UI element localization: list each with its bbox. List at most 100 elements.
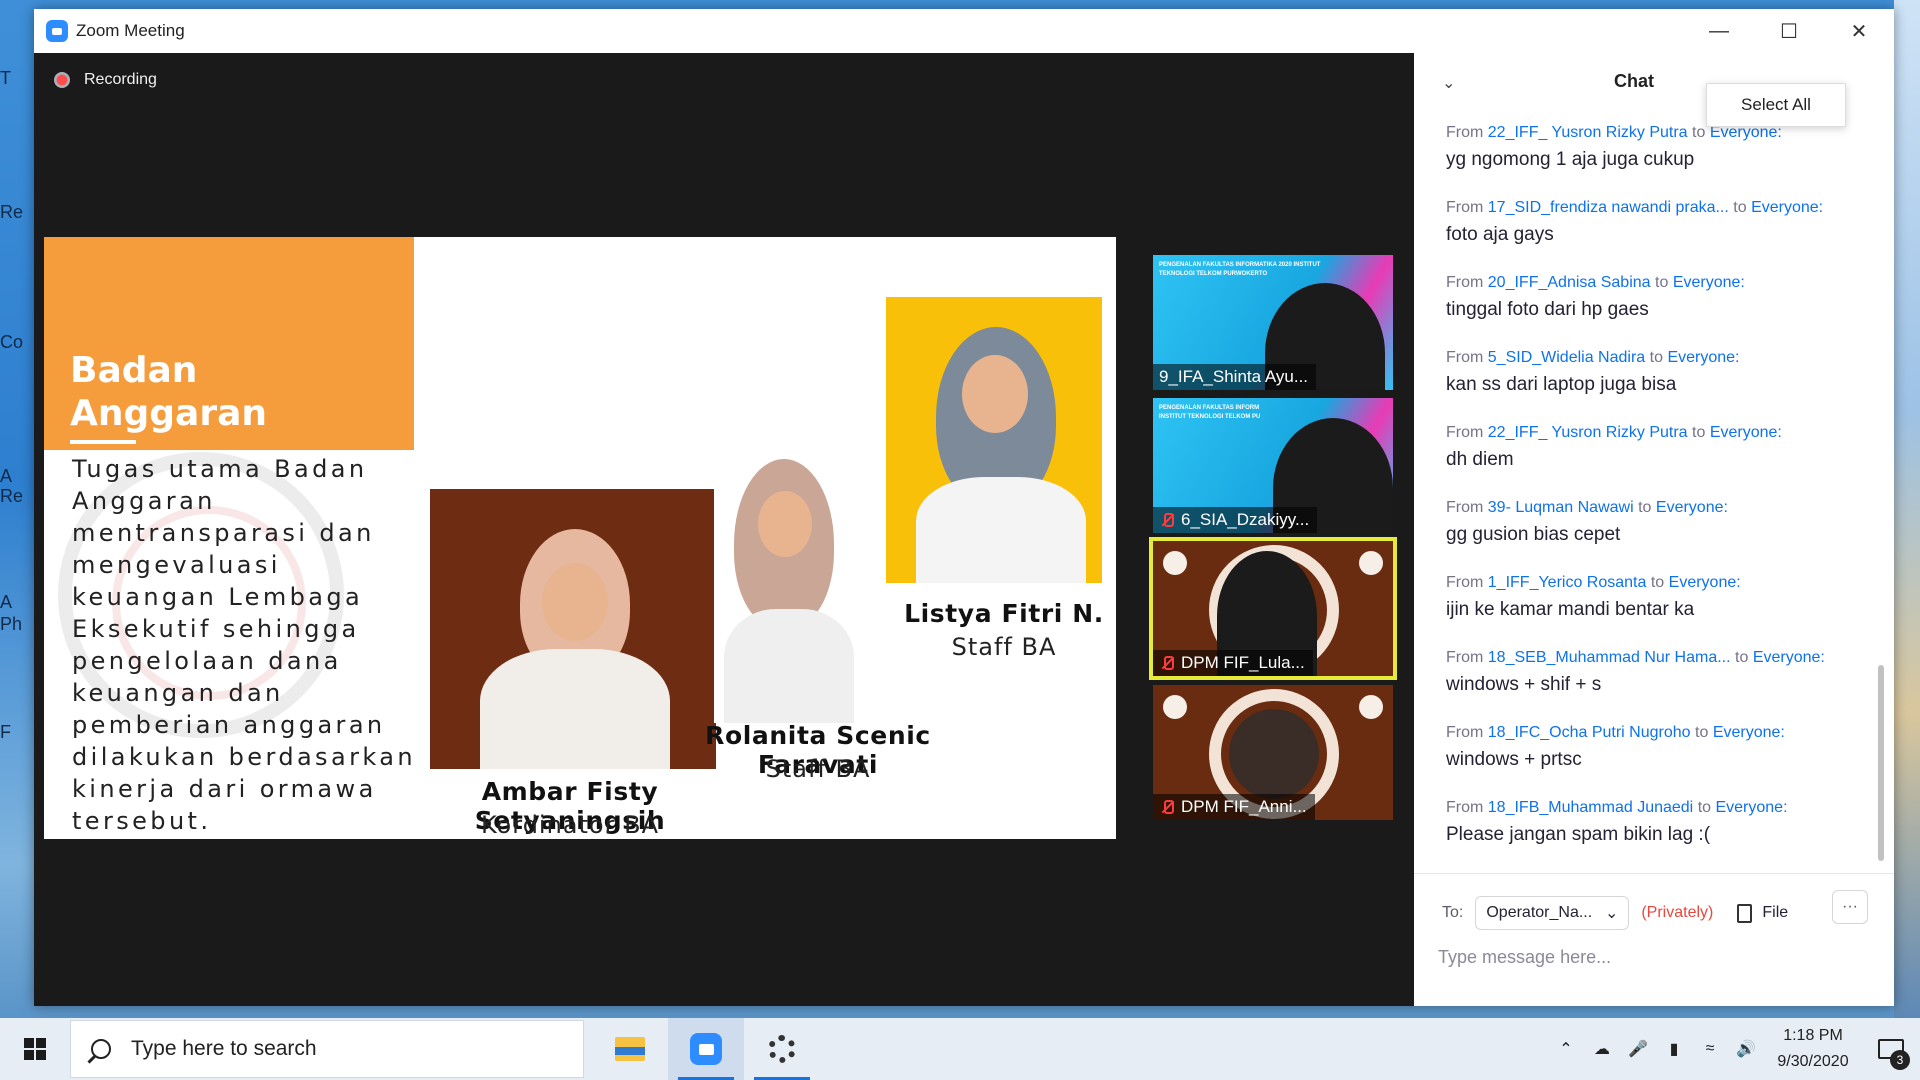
desktop-icon-label[interactable]: Co xyxy=(0,332,34,353)
desktop-icon-label[interactable]: A xyxy=(0,592,34,613)
chat-sender[interactable]: 22_IFF_ Yusron Rizky Putra xyxy=(1488,424,1688,441)
title-bar[interactable]: Zoom Meeting — ☐ ✕ xyxy=(34,9,1894,53)
search-placeholder: Type here to search xyxy=(131,1037,317,1060)
slide-title: Badan Anggaran xyxy=(70,350,267,434)
microphone-icon[interactable]: 🎤 xyxy=(1620,1018,1656,1080)
participant-name-tag: 6_SIA_Dzakiyy... xyxy=(1153,507,1318,533)
more-options-button[interactable]: ··· xyxy=(1832,890,1868,924)
chat-message-meta: From 18_IFB_Muhammad Junaedi to Everyone… xyxy=(1446,798,1866,818)
chat-sender[interactable]: 22_IFF_ Yusron Rizky Putra xyxy=(1488,124,1688,141)
search-icon xyxy=(91,1039,111,1059)
participant-video[interactable]: PENGENALAN FAKULTAS INFORM INSTITUT TEKN… xyxy=(1153,398,1393,533)
chat-message-text: dh diem xyxy=(1446,449,1514,470)
chat-sender[interactable]: 1_IFF_Yerico Rosanta xyxy=(1488,574,1647,591)
file-icon xyxy=(1737,903,1753,923)
chat-scrollbar-thumb[interactable] xyxy=(1878,665,1884,861)
from-word: From xyxy=(1446,574,1484,591)
participant-name: DPM FIF_Anni... xyxy=(1181,797,1307,816)
battery-icon[interactable]: ▮ xyxy=(1656,1018,1692,1080)
desktop-icon-label[interactable]: Ph xyxy=(0,614,34,635)
speaker-icon[interactable]: 🔊 xyxy=(1728,1018,1764,1080)
desktop-icon-label[interactable]: Re xyxy=(0,202,34,223)
chevron-down-icon[interactable]: ⌄ xyxy=(1442,73,1455,93)
chat-title: Chat xyxy=(1614,71,1654,91)
chat-message-meta: From 18_SEB_Muhammad Nur Hama... to Ever… xyxy=(1446,648,1866,668)
desktop-icon-label[interactable]: A xyxy=(0,466,34,487)
chat-sender[interactable]: 18_IFC_Ocha Putri Nugroho xyxy=(1488,724,1691,741)
zoom-icon xyxy=(690,1033,722,1065)
chat-message[interactable]: From 20_IFF_Adnisa Sabina to Everyone: ti… xyxy=(1446,273,1866,348)
settings-taskbar-button[interactable] xyxy=(744,1018,820,1080)
chevron-down-icon: ⌄ xyxy=(1604,905,1619,922)
participant-video-active-speaker[interactable]: DPM FIF_Lula... xyxy=(1149,537,1397,680)
chat-recipient: Everyone: xyxy=(1668,574,1741,591)
file-explorer-taskbar-button[interactable] xyxy=(592,1018,668,1080)
cloud-icon[interactable]: ☁ xyxy=(1584,1018,1620,1080)
action-center-button[interactable]: 3 xyxy=(1862,1018,1920,1080)
clock[interactable]: 1:18 PM 9/30/2020 xyxy=(1764,1023,1862,1075)
member-role: Staff BA xyxy=(951,633,1057,661)
to-label: To: xyxy=(1442,904,1464,921)
chat-sender[interactable]: 18_IFB_Muhammad Junaedi xyxy=(1488,799,1693,816)
wifi-icon[interactable]: ≈ xyxy=(1692,1018,1728,1080)
zoom-app-icon xyxy=(46,20,68,42)
clock-time: 1:18 PM xyxy=(1783,1027,1843,1044)
from-word: From xyxy=(1446,799,1484,816)
slide-body-text: Tugas utama Badan Anggaran mentransparas… xyxy=(72,455,416,835)
chat-composer: To: Operator_Na... ⌄ (Privately) File ··… xyxy=(1414,873,1894,1006)
chat-message-meta: From 39- Luqman Nawawi to Everyone: xyxy=(1446,498,1866,518)
chat-sender[interactable]: 17_SID_frendiza nawandi praka... xyxy=(1488,199,1729,216)
taskbar-search[interactable]: Type here to search xyxy=(70,1020,584,1078)
member-role: Staff BA xyxy=(765,755,871,783)
chat-message[interactable]: From 18_IFB_Muhammad Junaedi to Everyone… xyxy=(1446,798,1866,873)
chat-sender[interactable]: 18_SEB_Muhammad Nur Hama... xyxy=(1488,649,1731,666)
recipient-dropdown[interactable]: Operator_Na... ⌄ xyxy=(1475,896,1630,930)
mic-muted-icon xyxy=(1159,799,1175,815)
chat-message[interactable]: From 1_IFF_Yerico Rosanta to Everyone: ij… xyxy=(1446,573,1866,648)
to-word: to xyxy=(1733,199,1747,216)
chat-message[interactable]: From 18_IFC_Ocha Putri Nugroho to Everyo… xyxy=(1446,723,1866,798)
chat-message-meta: From 20_IFF_Adnisa Sabina to Everyone: xyxy=(1446,273,1866,293)
to-word: to xyxy=(1655,274,1669,291)
select-all-menu-item[interactable]: Select All xyxy=(1706,83,1846,127)
chat-message-text: tinggal foto dari hp gaes xyxy=(1446,299,1649,320)
chevron-up-icon[interactable]: ⌃ xyxy=(1548,1018,1584,1080)
from-word: From xyxy=(1446,649,1484,666)
chat-message[interactable]: From 39- Luqman Nawawi to Everyone: gg gu… xyxy=(1446,498,1866,573)
chat-message[interactable]: From 17_SID_frendiza nawandi praka... to… xyxy=(1446,198,1866,273)
participant-name: 6_SIA_Dzakiyy... xyxy=(1181,510,1310,529)
chat-message[interactable]: From 18_SEB_Muhammad Nur Hama... to Ever… xyxy=(1446,648,1866,723)
windows-logo-icon xyxy=(24,1038,46,1060)
chat-message-text: yg ngomong 1 aja juga cukup xyxy=(1446,149,1695,170)
maximize-button[interactable]: ☐ xyxy=(1754,9,1824,53)
close-button[interactable]: ✕ xyxy=(1824,9,1894,53)
desktop-icon-label[interactable]: Re xyxy=(0,486,34,507)
start-button[interactable] xyxy=(0,1018,70,1080)
chat-recipient: Everyone: xyxy=(1672,274,1745,291)
chat-recipient: Everyone: xyxy=(1752,649,1825,666)
chat-sender[interactable]: 5_SID_Widelia Nadira xyxy=(1488,349,1645,366)
desktop-right-strip xyxy=(1894,0,1920,1018)
recording-indicator[interactable]: Recording xyxy=(54,71,157,89)
zoom-taskbar-button[interactable] xyxy=(668,1018,744,1080)
chat-sender[interactable]: 39- Luqman Nawawi xyxy=(1488,499,1634,516)
minimize-button[interactable]: — xyxy=(1684,9,1754,53)
participant-video[interactable]: DPM FIF_Anni... xyxy=(1153,685,1393,820)
window-controls: — ☐ ✕ xyxy=(1684,9,1894,53)
chat-message[interactable]: From 22_IFF_ Yusron Rizky Putra to Every… xyxy=(1446,423,1866,498)
participant-video[interactable]: PENGENALAN FAKULTAS INFORMATIKA 2020 INS… xyxy=(1153,255,1393,390)
chat-sender[interactable]: 20_IFF_Adnisa Sabina xyxy=(1488,274,1651,291)
chat-recipient: Everyone: xyxy=(1655,499,1728,516)
org-logo-icon xyxy=(1163,551,1187,575)
privately-label: (Privately) xyxy=(1641,904,1714,921)
chat-message[interactable]: From 5_SID_Widelia Nadira to Everyone: ka… xyxy=(1446,348,1866,423)
notification-count: 3 xyxy=(1890,1050,1910,1070)
to-word: to xyxy=(1697,799,1712,816)
chat-messages[interactable]: From 22_IFF_ Yusron Rizky Putra to Every… xyxy=(1446,123,1866,873)
chat-message-input[interactable] xyxy=(1438,940,1858,974)
member-photo-rolanita xyxy=(714,459,864,723)
chat-message[interactable]: From 22_IFF_ Yusron Rizky Putra to Every… xyxy=(1446,123,1866,198)
desktop-icon-label[interactable]: T xyxy=(0,68,34,89)
desktop-icon-label[interactable]: F xyxy=(0,722,34,743)
file-button[interactable]: File xyxy=(1737,903,1788,923)
